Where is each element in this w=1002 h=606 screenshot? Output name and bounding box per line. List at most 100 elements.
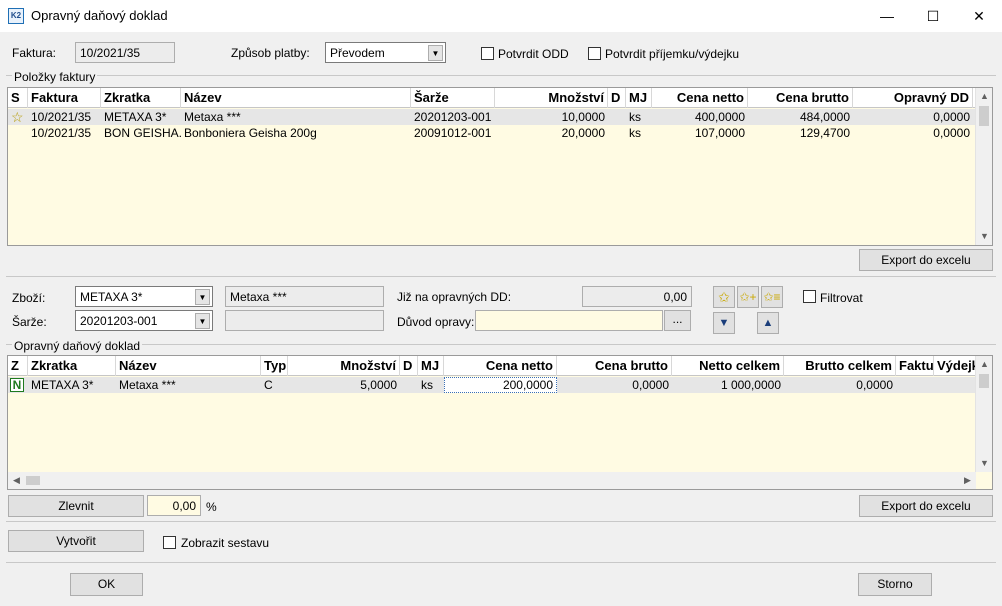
potvrdit-prijemku-label: Potvrdit příjemku/výdejku <box>605 47 740 61</box>
group-divider <box>6 75 996 76</box>
col-header[interactable]: Množství <box>495 88 608 108</box>
minimize-button[interactable]: — <box>864 0 910 32</box>
faktura-field: 10/2021/35 <box>75 42 175 63</box>
col-header[interactable]: Brutto celkem <box>784 356 896 376</box>
scroll-thumb[interactable] <box>979 106 989 126</box>
cell-mnozstvi: 20,0000 <box>561 126 605 140</box>
cell-cena-brutto: 129,4700 <box>799 126 850 140</box>
scroll-up-icon[interactable]: ▲ <box>976 88 992 105</box>
col-header[interactable]: Cena netto <box>444 356 557 376</box>
cell-d <box>400 377 418 393</box>
polozky-export-button[interactable]: Export do excelu <box>859 249 993 271</box>
maximize-button[interactable]: ☐ <box>910 0 956 32</box>
col-header[interactable]: Zkratka <box>101 88 181 108</box>
zlevnit-button[interactable]: Zlevnit <box>8 495 144 517</box>
section-divider <box>6 521 996 522</box>
col-header[interactable]: D <box>608 88 626 108</box>
close-button[interactable]: ✕ <box>956 0 1002 32</box>
cell-sarze: 20201203-001 <box>414 110 492 124</box>
col-header[interactable]: Množství <box>288 356 400 376</box>
col-header[interactable]: Z <box>8 356 28 376</box>
polozky-vertical-scrollbar[interactable]: ▲ ▼ <box>975 88 992 245</box>
opravny-horizontal-scrollbar[interactable]: ◀ ▶ <box>8 472 976 489</box>
table-row[interactable]: 10/2021/35 BON GEISHA... Bonboniera Geis… <box>8 125 976 141</box>
filtrovat-checkbox[interactable] <box>803 290 816 303</box>
cell-cena-netto-editor[interactable]: 200,0000 <box>444 377 557 393</box>
col-header[interactable]: Netto celkem <box>672 356 784 376</box>
col-header[interactable]: D <box>400 356 418 376</box>
opravny-vertical-scrollbar[interactable]: ▲ ▼ <box>975 356 992 472</box>
section-divider <box>6 562 996 563</box>
cell-zkratka: METAXA 3* <box>104 110 167 124</box>
potvrdit-prijemku-checkbox[interactable] <box>588 47 601 60</box>
scroll-down-icon[interactable]: ▼ <box>976 455 992 472</box>
col-header[interactable]: S <box>8 88 28 108</box>
col-header[interactable]: Výdejk <box>934 356 976 376</box>
star-icon[interactable]: ✩ <box>713 286 735 308</box>
scroll-left-icon[interactable]: ◀ <box>8 472 25 489</box>
col-header[interactable]: Typ <box>261 356 288 376</box>
col-header[interactable]: Cena netto <box>652 88 748 108</box>
polozky-grid-header: S Faktura Zkratka Název Šarže Množství D… <box>8 88 976 108</box>
opravny-export-button[interactable]: Export do excelu <box>859 495 993 517</box>
col-header[interactable]: Cena brutto <box>748 88 853 108</box>
zbozi-select[interactable]: METAXA 3* ▼ <box>75 286 213 307</box>
group-divider <box>6 344 996 345</box>
duvod-browse-button[interactable]: ... <box>664 310 691 331</box>
vytvorit-button[interactable]: Vytvořit <box>8 530 144 552</box>
move-down-icon[interactable]: ▼ <box>713 312 735 334</box>
polozky-grid[interactable]: S Faktura Zkratka Název Šarže Množství D… <box>7 87 993 246</box>
sarze-select[interactable]: 20201203-001 ▼ <box>75 310 213 331</box>
zlevnit-input[interactable]: 0,00 <box>147 495 201 516</box>
cell-cena-netto: 107,0000 <box>694 126 745 140</box>
col-header[interactable]: Šarže <box>411 88 495 108</box>
scroll-up-icon[interactable]: ▲ <box>976 356 992 373</box>
duvod-opravy-label: Důvod opravy: <box>397 315 475 329</box>
duvod-opravy-input[interactable] <box>475 310 663 331</box>
move-up-icon[interactable]: ▲ <box>757 312 779 334</box>
scroll-thumb[interactable] <box>979 374 989 388</box>
jiz-na-opravnych-field: 0,00 <box>582 286 692 307</box>
col-header[interactable]: Opravný DD <box>853 88 973 108</box>
cell-mnozstvi: 10,0000 <box>561 110 605 124</box>
cell-vydejk <box>934 377 976 393</box>
opravny-grid[interactable]: Z Zkratka Název Typ Množství D MJ Cena n… <box>7 355 993 490</box>
window-title: Opravný daňový doklad <box>31 8 168 23</box>
cell-d <box>608 125 626 141</box>
cell-zkratka: METAXA 3* <box>31 378 94 392</box>
table-row[interactable]: ☆ 10/2021/35 METAXA 3* Metaxa *** 202012… <box>8 109 976 125</box>
chevron-down-icon[interactable]: ▼ <box>195 289 210 305</box>
cell-zkratka: BON GEISHA... <box>104 126 181 140</box>
cell-cena-netto: 400,0000 <box>694 110 745 124</box>
potvrdit-odd-checkbox[interactable] <box>481 47 494 60</box>
col-header[interactable]: Faktura <box>28 88 101 108</box>
cell-faktura: 10/2021/35 <box>31 126 92 140</box>
star-add-icon[interactable]: ✩+ <box>737 286 759 308</box>
chevron-down-icon[interactable]: ▼ <box>195 313 210 329</box>
zpusob-platby-label: Způsob platby: <box>231 46 310 60</box>
col-header[interactable]: Název <box>181 88 411 108</box>
col-header[interactable]: MJ <box>626 88 652 108</box>
col-header[interactable]: Cena brutto <box>557 356 672 376</box>
star-list-icon[interactable]: ✩≡ <box>761 286 783 308</box>
cell-typ: C <box>264 378 273 392</box>
scroll-right-icon[interactable]: ▶ <box>959 472 976 489</box>
cell-opravny: 0,0000 <box>933 126 970 140</box>
col-header[interactable]: Zkratka <box>28 356 116 376</box>
col-header[interactable]: MJ <box>418 356 444 376</box>
scroll-down-icon[interactable]: ▼ <box>976 228 992 245</box>
table-row[interactable]: N METAXA 3* Metaxa *** C 5,0000 ks 200,0… <box>8 377 976 393</box>
col-header[interactable]: Název <box>116 356 261 376</box>
scroll-thumb[interactable] <box>26 476 40 485</box>
filtrovat-label: Filtrovat <box>820 291 863 305</box>
col-header[interactable]: Faktu <box>896 356 934 376</box>
zobrazit-sestavu-checkbox[interactable] <box>163 536 176 549</box>
cell-netto-celkem: 1 000,0000 <box>720 378 781 392</box>
cell-nazev: Metaxa *** <box>184 110 241 124</box>
sarze-value: 20201203-001 <box>80 314 158 328</box>
storno-button[interactable]: Storno <box>858 573 932 596</box>
chevron-down-icon[interactable]: ▼ <box>428 45 443 61</box>
zpusob-platby-select[interactable]: Převodem ▼ <box>325 42 446 63</box>
section-divider <box>6 276 996 277</box>
ok-button[interactable]: OK <box>70 573 143 596</box>
